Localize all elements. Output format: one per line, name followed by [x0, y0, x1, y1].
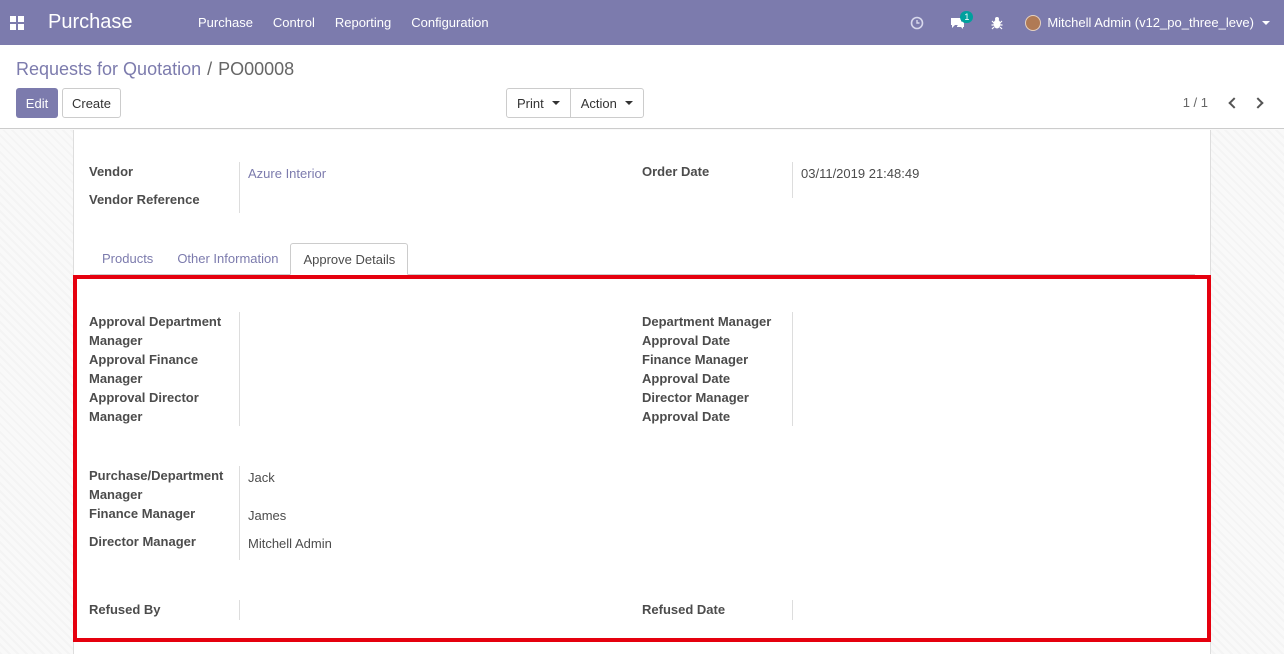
- menu-item-control[interactable]: Control: [263, 0, 325, 45]
- vendor-label: Vendor: [89, 164, 134, 179]
- print-dropdown[interactable]: Print: [507, 89, 570, 117]
- menu-item-reporting[interactable]: Reporting: [325, 0, 401, 45]
- sidebar-dropdowns: Print Action: [506, 88, 644, 118]
- breadcrumb: Requests for Quotation / PO00008: [16, 59, 294, 80]
- user-name: Mitchell Admin (v12_po_three_leve): [1047, 15, 1254, 30]
- notebook-tabs: Products Other Information Approve Detai…: [90, 243, 409, 275]
- pager-value[interactable]: 1 / 1: [1183, 95, 1208, 110]
- tab-products[interactable]: Products: [90, 243, 165, 275]
- chat-icon[interactable]: 1: [949, 10, 974, 31]
- pager: 1 / 1: [1183, 95, 1270, 110]
- chat-count-badge: 1: [960, 10, 974, 23]
- previous-record-icon[interactable]: [1228, 96, 1240, 109]
- next-record-icon[interactable]: [1252, 96, 1264, 109]
- avatar: [1025, 14, 1042, 31]
- bug-icon[interactable]: [989, 15, 1005, 31]
- action-label: Action: [580, 95, 617, 111]
- edit-button[interactable]: Edit: [16, 88, 58, 118]
- chevron-down-icon: [1262, 20, 1270, 25]
- app-name[interactable]: Purchase: [48, 11, 188, 34]
- user-menu[interactable]: Mitchell Admin (v12_po_three_leve): [1025, 14, 1270, 31]
- top-navbar: Purchase Purchase Control Reporting Conf…: [0, 0, 1284, 45]
- caret-down-icon: [551, 101, 560, 105]
- breadcrumb-parent[interactable]: Requests for Quotation: [16, 59, 201, 80]
- caret-down-icon: [624, 101, 633, 105]
- menu-item-configuration[interactable]: Configuration: [401, 0, 498, 45]
- vendor-reference-label: Vendor Reference: [89, 192, 200, 207]
- order-date-label: Order Date: [642, 164, 710, 179]
- tab-other-information[interactable]: Other Information: [165, 243, 290, 275]
- print-label: Print: [517, 95, 544, 111]
- vendor-value[interactable]: Azure Interior: [248, 166, 326, 181]
- create-button[interactable]: Create: [62, 88, 121, 118]
- action-dropdown[interactable]: Action: [569, 89, 643, 117]
- systray: 1 Mitchell Admin (v12_po_three_leve): [897, 0, 1284, 45]
- field-divider: [792, 162, 793, 198]
- breadcrumb-separator: /: [207, 59, 213, 79]
- breadcrumb-current: PO00008: [218, 59, 295, 79]
- menu-item-purchase[interactable]: Purchase: [188, 0, 263, 45]
- apps-menu-icon[interactable]: [10, 15, 24, 30]
- tab-approve-details[interactable]: Approve Details: [290, 243, 409, 275]
- order-date-value[interactable]: 03/11/2019 21:48:49: [801, 166, 919, 181]
- clock-icon[interactable]: [909, 15, 925, 31]
- main-menu: Purchase Control Reporting Configuration: [188, 0, 499, 45]
- control-panel: Requests for Quotation / PO00008 Edit Cr…: [0, 45, 1284, 129]
- field-divider: [239, 162, 240, 213]
- highlight-box: [73, 275, 1211, 642]
